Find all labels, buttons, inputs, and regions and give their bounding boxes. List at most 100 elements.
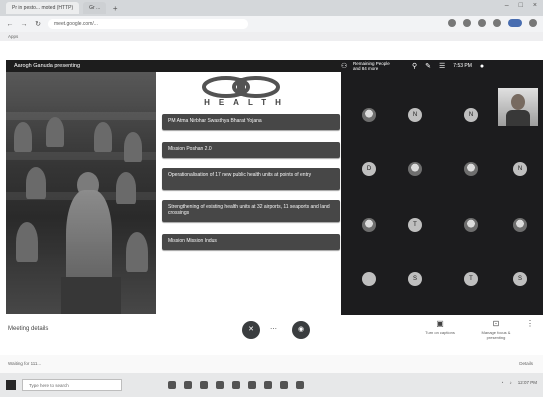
app-icon[interactable]	[264, 381, 272, 389]
participant-tile[interactable]: T	[449, 263, 493, 295]
avatar: N	[464, 108, 478, 122]
app-icon[interactable]	[216, 381, 224, 389]
close-button[interactable]: ×	[533, 2, 537, 9]
captions-icon: ▣	[436, 319, 444, 328]
status-right[interactable]: Details	[519, 361, 533, 366]
avatar	[408, 162, 422, 176]
avatar	[362, 108, 376, 122]
status-left: Waiting for 111...	[8, 361, 42, 366]
mic-off-icon[interactable]: ✕	[242, 321, 260, 339]
parliament-video	[6, 72, 156, 314]
avatar	[464, 218, 478, 232]
participant-tile[interactable]: N	[498, 153, 542, 185]
presenter-label: Aarogh Ganuda presenting	[6, 60, 341, 72]
profile-icon[interactable]	[508, 19, 522, 27]
extension-icon[interactable]	[493, 19, 501, 27]
participant-tile[interactable]	[449, 153, 493, 185]
new-tab-button[interactable]: +	[110, 4, 120, 13]
reload-icon[interactable]: ↻	[34, 20, 42, 28]
meeting-time: 7:53 PM	[453, 63, 472, 69]
avatar	[362, 218, 376, 232]
volume-icon[interactable]: ♪	[509, 380, 511, 385]
bookmarks-bar[interactable]: Apps	[0, 32, 543, 41]
forward-icon[interactable]: →	[20, 21, 28, 28]
camera-off-icon[interactable]: ◉	[292, 321, 310, 339]
grid-title: Remaining People and 84 more	[353, 61, 390, 71]
logo-text: HEALTH	[204, 98, 290, 107]
self-body	[506, 110, 530, 126]
avatar: D	[362, 162, 376, 176]
minimize-button[interactable]: –	[505, 2, 509, 9]
url-field[interactable]: meet.google.com/...	[48, 19, 248, 29]
podium	[61, 277, 121, 314]
slide-item: Mission Mission Indus	[162, 234, 340, 250]
avatar	[362, 272, 376, 286]
avatar: T	[408, 218, 422, 232]
activities-icon[interactable]: ☰	[439, 62, 445, 70]
browser-tab-active[interactable]: Pr in pesto... moted (HTTP)	[6, 2, 80, 14]
extension-icon[interactable]	[478, 19, 486, 27]
participant-tile[interactable]: S	[393, 263, 437, 295]
self-view-camera[interactable]	[498, 88, 538, 126]
system-tray: ◔ ♪ 12:07 PM	[501, 380, 537, 385]
window-controls: – □ ×	[505, 2, 537, 9]
taskbar-apps	[168, 381, 304, 389]
participant-tile[interactable]: T	[393, 209, 437, 241]
participant-tile[interactable]: D	[347, 153, 391, 185]
browser-tab-bar: Pr in pesto... moted (HTTP) Gr ... + – □…	[0, 0, 543, 16]
taskbar-search[interactable]: Type here to search	[22, 379, 122, 391]
windows-taskbar: Type here to search ◔ ♪ 12:07 PM	[0, 373, 543, 397]
windows-start-icon[interactable]	[6, 380, 16, 390]
self-face	[511, 94, 525, 110]
participant-tile[interactable]	[449, 209, 493, 241]
app-icon[interactable]	[184, 381, 192, 389]
people-icon[interactable]: ⚲	[412, 62, 417, 70]
app-icon[interactable]	[296, 381, 304, 389]
avatar	[513, 218, 527, 232]
avatar	[464, 162, 478, 176]
meeting-stage: Aarogh Ganuda presenting HEALTH PM Atma …	[0, 41, 543, 316]
extension-icon[interactable]	[448, 19, 456, 27]
participant-tile[interactable]: N	[449, 99, 493, 131]
participant-tile[interactable]	[498, 209, 542, 241]
back-icon[interactable]: ←	[6, 21, 14, 28]
participant-tile[interactable]	[347, 209, 391, 241]
avatar: S	[408, 272, 422, 286]
more-menu-icon[interactable]: ⋮	[520, 319, 540, 330]
health-logo-icon	[202, 76, 280, 98]
avatar: N	[513, 162, 527, 176]
extension-icon[interactable]	[463, 19, 471, 27]
present-label: Manage focus & presenting	[481, 330, 511, 340]
present-button[interactable]: ⊡ Manage focus & presenting	[476, 319, 516, 340]
account-icon[interactable]: ●	[480, 63, 484, 70]
people-grid-icon: ⚇	[341, 63, 348, 70]
shared-screen: HEALTH PM Atma Nirbhar Swasthya Bharat Y…	[6, 72, 341, 316]
clock[interactable]: 12:07 PM	[518, 380, 537, 385]
meeting-details[interactable]: Meeting details	[8, 326, 48, 332]
app-icon[interactable]	[168, 381, 176, 389]
meeting-controls: Meeting details ✕ ⋯ ◉ ▣ Turn on captions…	[0, 315, 543, 355]
slide-item: Mission Poshan 2.0	[162, 142, 340, 158]
maximize-button[interactable]: □	[519, 2, 523, 9]
chat-icon[interactable]: ✎	[425, 62, 431, 70]
network-icon[interactable]: ◔	[501, 380, 504, 385]
captions-button[interactable]: ▣ Turn on captions	[420, 319, 460, 335]
menu-icon[interactable]	[529, 19, 537, 27]
browser-tab-inactive[interactable]: Gr ...	[83, 2, 107, 14]
app-icon[interactable]	[280, 381, 288, 389]
top-right-icons: ⚲ ✎ ☰ 7:53 PM ●	[412, 60, 484, 72]
participant-tile[interactable]	[347, 263, 391, 295]
present-icon: ⊡	[492, 319, 500, 328]
participant-tile[interactable]: S	[498, 263, 542, 295]
participant-tile[interactable]	[347, 99, 391, 131]
avatar: T	[464, 272, 478, 286]
app-icon[interactable]	[248, 381, 256, 389]
participant-tile[interactable]: N	[393, 99, 437, 131]
participant-tile[interactable]	[393, 153, 437, 185]
more-options-icon[interactable]: ⋯	[270, 325, 277, 333]
avatar: N	[408, 108, 422, 122]
app-icon[interactable]	[232, 381, 240, 389]
avatar: S	[513, 272, 527, 286]
app-icon[interactable]	[200, 381, 208, 389]
presentation-slide: HEALTH PM Atma Nirbhar Swasthya Bharat Y…	[156, 72, 341, 316]
